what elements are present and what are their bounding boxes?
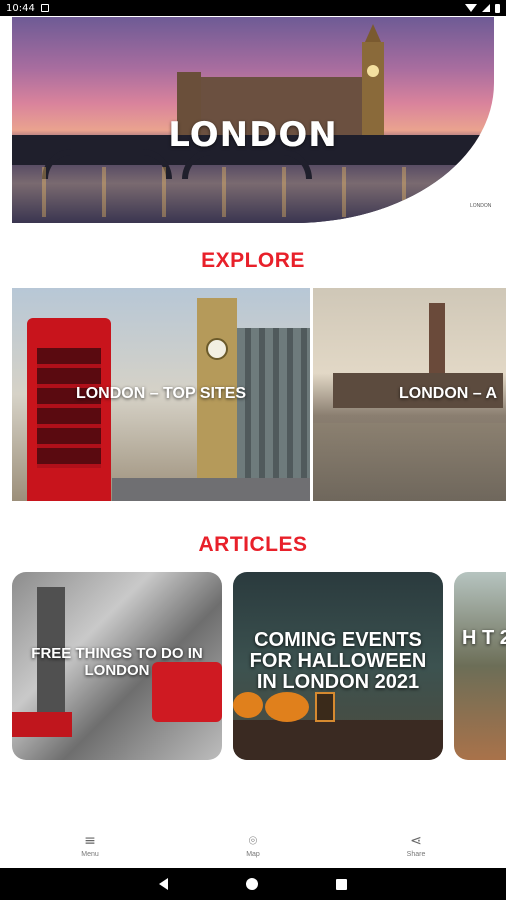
battery-icon [495, 3, 500, 13]
article-card-label: COMING EVENTS FOR HALLOWEEN IN LONDON 20… [249, 629, 427, 693]
explore-card-top-sites[interactable]: LONDON – TOP SITES [12, 288, 310, 501]
notification-icon [40, 4, 49, 12]
river-image [313, 423, 506, 501]
share-icon: ⋖ [410, 832, 422, 849]
pumpkin-image [233, 692, 263, 718]
nav-menu-label: Menu [81, 850, 99, 858]
articles-carousel[interactable]: FREE THINGS TO DO IN LONDON COMING EVENT… [12, 572, 506, 760]
app-logo: LONDON [470, 203, 492, 209]
map-pin-icon: ⌾ [248, 832, 258, 849]
nav-map[interactable]: ⌾ Map [235, 833, 271, 858]
back-icon[interactable] [159, 878, 168, 890]
nav-share-label: Share [406, 850, 426, 858]
explore-card-label: LONDON – A [399, 385, 498, 402]
pumpkin-image [265, 692, 309, 722]
lantern-image [315, 692, 335, 722]
explore-card-label: LONDON – TOP SITES [75, 385, 247, 402]
explore-title: EXPLORE [201, 249, 305, 272]
clock-face [206, 338, 228, 360]
bottom-navigation: ≡ Menu ⌾ Map ⋖ Share [0, 822, 506, 868]
hero-reflections [12, 167, 494, 217]
nav-menu[interactable]: ≡ Menu [72, 833, 108, 858]
articles-title: ARTICLES [198, 533, 308, 556]
signal-icon [482, 4, 490, 12]
article-card-halloween[interactable]: COMING EVENTS FOR HALLOWEEN IN LONDON 20… [233, 572, 443, 760]
table-image [233, 720, 443, 760]
nav-map-label: Map [246, 850, 260, 858]
home-icon[interactable] [246, 878, 258, 890]
system-navigation-bar [0, 868, 506, 900]
menu-icon: ≡ [84, 832, 96, 849]
article-card-label: FREE THINGS TO DO IN LONDON [31, 645, 203, 679]
red-bus-image [12, 712, 72, 737]
status-bar: 10:44 [0, 0, 506, 16]
road-image [112, 478, 310, 501]
explore-card-second[interactable]: LONDON – A [313, 288, 506, 501]
article-card-third[interactable]: H T 2 [454, 572, 506, 760]
nav-share[interactable]: ⋖ Share [398, 833, 434, 858]
hero-clock-face [367, 65, 379, 77]
article-card-free-things[interactable]: FREE THINGS TO DO IN LONDON [12, 572, 222, 760]
status-icons [465, 3, 500, 13]
explore-carousel[interactable]: LONDON – TOP SITES LONDON – A [12, 288, 506, 501]
status-time: 10:44 [6, 2, 35, 14]
hero-title: LONDON [168, 115, 338, 155]
hero-banner: LONDON [12, 17, 494, 223]
article-card-label: H T 2 [462, 627, 506, 649]
recent-apps-icon[interactable] [336, 878, 347, 890]
wifi-icon [465, 4, 477, 12]
building-image [237, 328, 310, 478]
phone-booth-window [37, 348, 101, 468]
